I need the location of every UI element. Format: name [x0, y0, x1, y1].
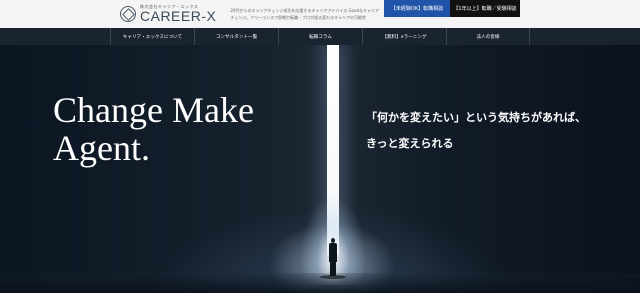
logo-wordmark: CAREER-X [140, 8, 217, 24]
career-x-logo-icon [120, 6, 136, 22]
header-tagline: 20代からのキャリアチェンジ成功を応援するキャリアアドバイス Goodなキャリア… [230, 8, 380, 20]
hero-copy-line-2: きっと変えられる [366, 137, 454, 150]
hero-copy-line-1: 「何かを変えたい」という気持ちがあれば、 [366, 111, 586, 124]
logo-text: 株式会社キャリア・エックス CAREER-X [140, 5, 217, 24]
brand-logo[interactable]: 株式会社キャリア・エックス CAREER-X [120, 5, 216, 23]
experienced-consultation-button[interactable]: 【1年以上】転職／受験相談 [450, 0, 520, 17]
hero-title-line-1: Change Make [53, 90, 254, 130]
site-header: 株式会社キャリア・エックス CAREER-X 20代からのキャリアチェンジ成功を… [0, 0, 640, 28]
nav-item-consultants[interactable]: コンサルタント一覧 [194, 28, 278, 45]
silhouette-figure [329, 238, 337, 276]
hero-catchcopy: 「何かを変えたい」という気持ちがあれば、 きっと変えられる [366, 105, 586, 157]
nav-item-about[interactable]: キャリア・エックスについて [110, 28, 194, 45]
nav-item-elearning[interactable]: 【無料】eラーニング [362, 28, 446, 45]
hero-section: Change Make Agent. 「何かを変えたい」という気持ちがあれば、 … [0, 45, 640, 293]
inexperienced-consultation-button[interactable]: 【未経験OK】転職相談 [384, 0, 450, 17]
global-nav: キャリア・エックスについて コンサルタント一覧 転職コラム 【無料】eラーニング… [0, 28, 640, 45]
figure-body [329, 243, 337, 262]
hero-title: Change Make Agent. [53, 91, 254, 167]
figure-leg-right [333, 261, 336, 276]
nav-item-corporate[interactable]: 法人の皆様 [446, 28, 530, 45]
hero-title-line-2: Agent. [53, 128, 150, 168]
nav-item-column[interactable]: 転職コラム [278, 28, 362, 45]
